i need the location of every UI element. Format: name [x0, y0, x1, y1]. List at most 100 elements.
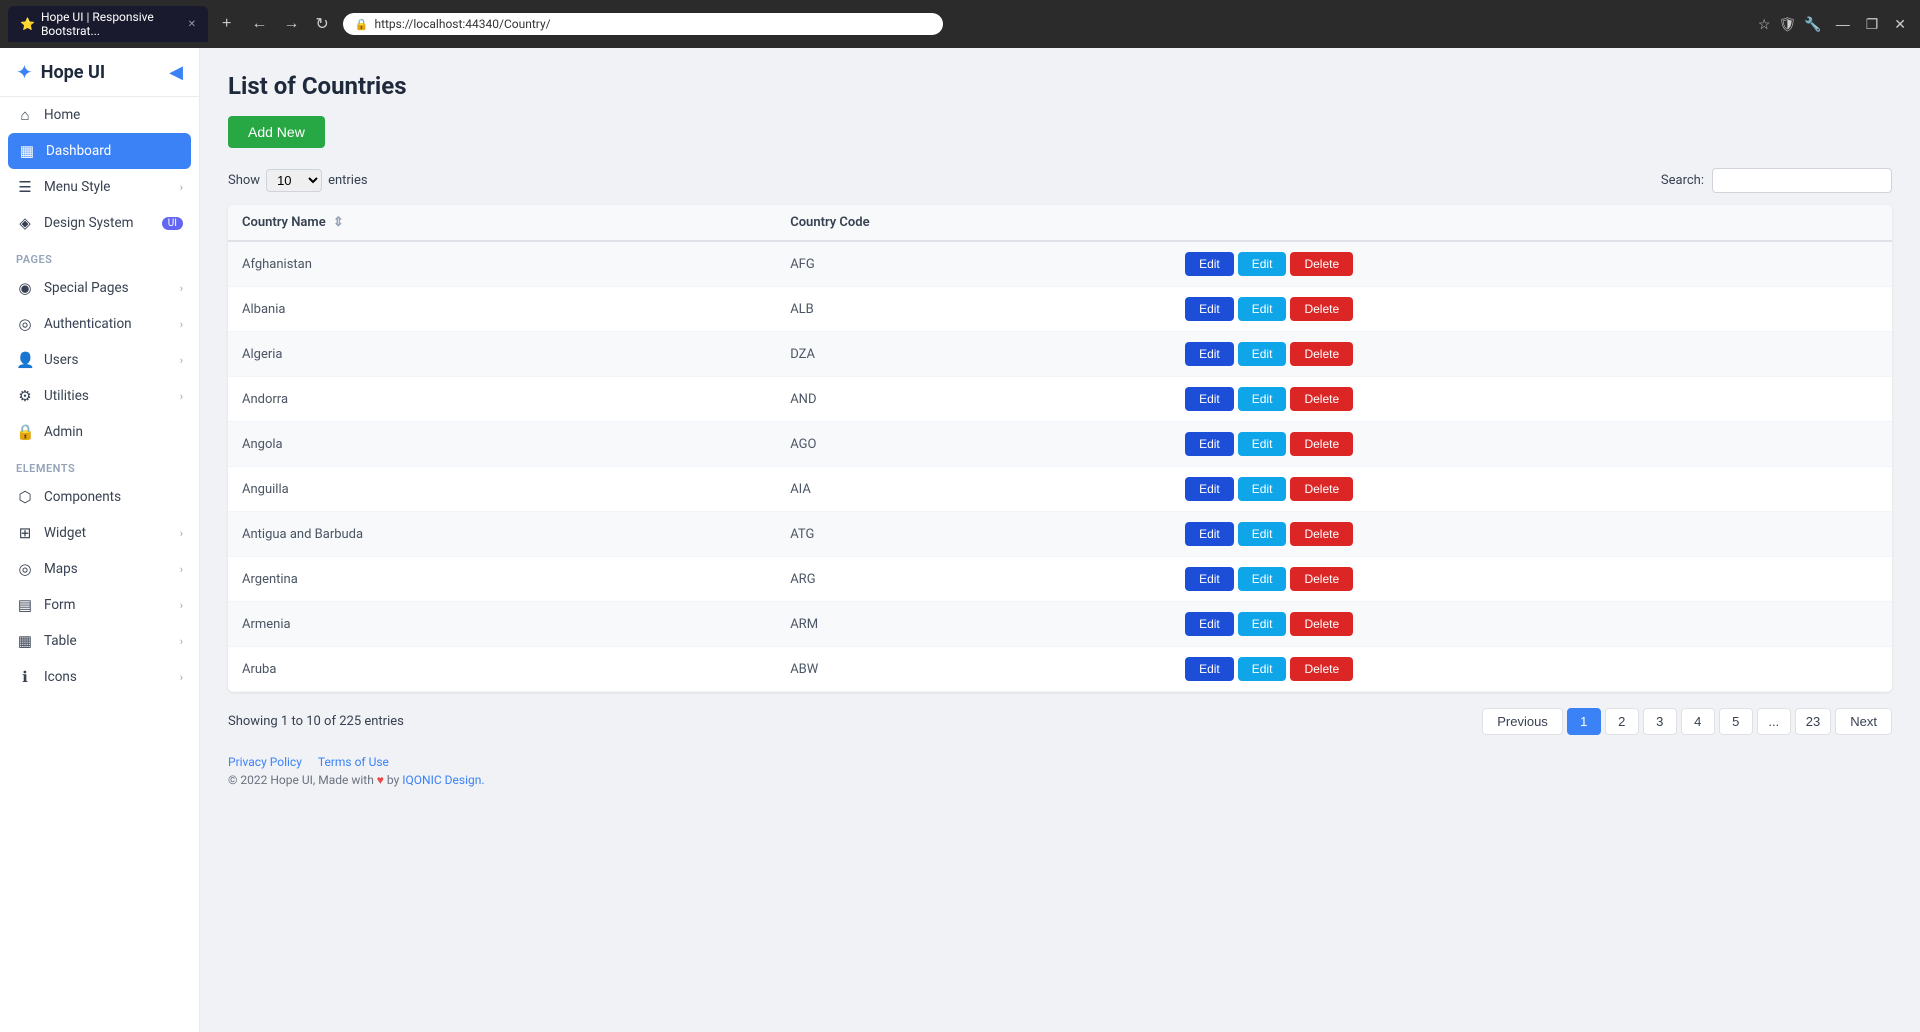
delete-button[interactable]: Delete [1290, 522, 1353, 546]
edit-button-1[interactable]: Edit [1185, 567, 1234, 591]
address-bar[interactable]: 🔒 https://localhost:44340/Country/ [343, 13, 943, 35]
edit-button-2[interactable]: Edit [1238, 612, 1287, 636]
country-name-cell: Aruba [228, 647, 776, 692]
edit-button-2[interactable]: Edit [1238, 522, 1287, 546]
table-footer: Showing 1 to 10 of 225 entries Previous … [228, 708, 1892, 735]
page-3-btn[interactable]: 3 [1643, 708, 1677, 735]
sidebar-item-form[interactable]: ▤ Form › [0, 587, 199, 623]
country-name-cell: Afghanistan [228, 241, 776, 287]
edit-button-2[interactable]: Edit [1238, 252, 1287, 276]
edit-button-1[interactable]: Edit [1185, 432, 1234, 456]
table-row: ArubaABWEditEditDelete [228, 647, 1892, 692]
country-name-cell: Antigua and Barbuda [228, 512, 776, 557]
sidebar-item-special-pages[interactable]: ◉ Special Pages › [0, 270, 199, 306]
next-btn[interactable]: Next [1835, 708, 1892, 735]
edit-button-1[interactable]: Edit [1185, 252, 1234, 276]
sidebar-item-components[interactable]: ⬡ Components [0, 479, 199, 515]
edit-button-2[interactable]: Edit [1238, 477, 1287, 501]
bookmark-btn[interactable]: ☆ [1758, 16, 1771, 33]
sidebar-authentication-label: Authentication [44, 316, 132, 332]
edit-button-2[interactable]: Edit [1238, 567, 1287, 591]
sidebar-item-icons[interactable]: ℹ Icons › [0, 659, 199, 695]
delete-button[interactable]: Delete [1290, 432, 1353, 456]
delete-button[interactable]: Delete [1290, 252, 1353, 276]
edit-button-2[interactable]: Edit [1238, 657, 1287, 681]
minimize-btn[interactable]: — [1830, 16, 1856, 33]
table-chevron-icon: › [180, 635, 183, 648]
delete-button[interactable]: Delete [1290, 567, 1353, 591]
sidebar-item-users[interactable]: 👤 Users › [0, 342, 199, 378]
edit-button-1[interactable]: Edit [1185, 522, 1234, 546]
new-tab-btn[interactable]: + [216, 13, 237, 35]
sidebar-item-maps[interactable]: ◎ Maps › [0, 551, 199, 587]
country-code-cell: DZA [776, 332, 1171, 377]
restore-btn[interactable]: ❐ [1860, 16, 1885, 33]
company-link[interactable]: IQONIC Design. [402, 773, 484, 787]
sidebar-item-menu-style[interactable]: ☰ Menu Style › [0, 169, 199, 205]
edit-button-2[interactable]: Edit [1238, 297, 1287, 321]
tools-btn[interactable]: 🔧 [1804, 16, 1821, 33]
col-header-name[interactable]: Country Name ⇕ [228, 205, 776, 241]
form-icon: ▤ [16, 596, 34, 614]
actions-cell: EditEditDelete [1171, 422, 1892, 467]
sidebar-item-design-system[interactable]: ◈ Design System UI [0, 205, 199, 241]
sidebar-item-authentication[interactable]: ◎ Authentication › [0, 306, 199, 342]
edit-button-1[interactable]: Edit [1185, 657, 1234, 681]
sidebar-back-btn[interactable]: ◀ [169, 62, 183, 83]
page-5-btn[interactable]: 5 [1719, 708, 1753, 735]
page-1-btn[interactable]: 1 [1567, 708, 1601, 735]
edit-button-1[interactable]: Edit [1185, 387, 1234, 411]
col-header-actions [1171, 205, 1892, 241]
search-label: Search: [1661, 173, 1704, 188]
delete-button[interactable]: Delete [1290, 612, 1353, 636]
previous-btn[interactable]: Previous [1482, 708, 1563, 735]
browser-chrome: ⭐ Hope UI | Responsive Bootstrat... ✕ + … [0, 0, 1920, 48]
edit-button-2[interactable]: Edit [1238, 432, 1287, 456]
widget-icon: ⊞ [16, 524, 34, 542]
page-2-btn[interactable]: 2 [1605, 708, 1639, 735]
sidebar-item-home[interactable]: ⌂ Home [0, 97, 199, 133]
delete-button[interactable]: Delete [1290, 297, 1353, 321]
entries-label: entries [328, 173, 368, 188]
edit-button-2[interactable]: Edit [1238, 342, 1287, 366]
actions-cell: EditEditDelete [1171, 467, 1892, 512]
browser-tab-active[interactable]: ⭐ Hope UI | Responsive Bootstrat... ✕ [8, 6, 208, 42]
sidebar-item-utilities[interactable]: ⚙ Utilities › [0, 378, 199, 414]
privacy-policy-link[interactable]: Privacy Policy [228, 755, 302, 769]
edit-button-1[interactable]: Edit [1185, 612, 1234, 636]
close-btn[interactable]: ✕ [1888, 16, 1912, 33]
delete-button[interactable]: Delete [1290, 342, 1353, 366]
edit-button-1[interactable]: Edit [1185, 342, 1234, 366]
page-4-btn[interactable]: 4 [1681, 708, 1715, 735]
browser-navigation: ← → ↻ [245, 12, 334, 36]
sidebar-item-dashboard[interactable]: ▦ Dashboard [8, 133, 191, 169]
refresh-btn[interactable]: ↻ [309, 12, 334, 36]
search-input[interactable] [1712, 168, 1892, 193]
add-new-button[interactable]: Add New [228, 116, 325, 148]
country-name-cell: Argentina [228, 557, 776, 602]
terms-of-use-link[interactable]: Terms of Use [318, 755, 389, 769]
delete-button[interactable]: Delete [1290, 657, 1353, 681]
forward-btn[interactable]: → [277, 13, 305, 35]
delete-button[interactable]: Delete [1290, 387, 1353, 411]
table-row: AfghanistanAFGEditEditDelete [228, 241, 1892, 287]
show-label: Show [228, 173, 260, 188]
entries-select[interactable]: 10 25 50 100 [266, 169, 322, 192]
back-btn[interactable]: ← [245, 13, 273, 35]
actions-cell: EditEditDelete [1171, 647, 1892, 692]
sidebar-item-widget[interactable]: ⊞ Widget › [0, 515, 199, 551]
edit-button-2[interactable]: Edit [1238, 387, 1287, 411]
menu-style-icon: ☰ [16, 178, 34, 196]
country-name-cell: Anguilla [228, 467, 776, 512]
sidebar-item-table[interactable]: ▦ Table › [0, 623, 199, 659]
shield-btn[interactable]: 🛡 [1778, 16, 1796, 33]
sidebar-item-admin[interactable]: 🔒 Admin [0, 414, 199, 450]
delete-button[interactable]: Delete [1290, 477, 1353, 501]
icons-chevron-icon: › [180, 671, 183, 684]
country-code-cell: ARG [776, 557, 1171, 602]
page-23-btn[interactable]: 23 [1795, 708, 1831, 735]
edit-button-1[interactable]: Edit [1185, 477, 1234, 501]
tab-close-btn[interactable]: ✕ [188, 19, 196, 30]
edit-button-1[interactable]: Edit [1185, 297, 1234, 321]
country-code-cell: AIA [776, 467, 1171, 512]
